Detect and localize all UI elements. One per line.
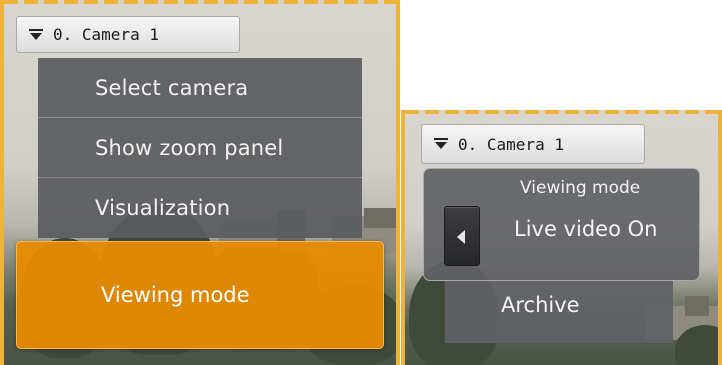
viewing-mode-submenu: Viewing mode Live video On — [423, 168, 700, 281]
menu-item-archive[interactable]: Archive — [501, 293, 580, 317]
camera-view-left: 0. Camera 1 Select camera Show zoom pane… — [0, 0, 400, 365]
menu-item-select-camera[interactable]: Select camera — [38, 58, 362, 118]
camera-view-right: 0. Camera 1 Viewing mode Live video On A… — [401, 110, 722, 365]
viewing-mode-title: Viewing mode — [520, 178, 641, 198]
menu-item-label: Show zoom panel — [95, 135, 284, 160]
menu-item-show-zoom-panel[interactable]: Show zoom panel — [38, 118, 362, 178]
camera-selector-button[interactable]: 0. Camera 1 — [16, 16, 240, 53]
menu-item-label: Visualization — [95, 196, 231, 220]
menu-item-viewing-mode[interactable]: Viewing mode — [16, 241, 384, 349]
dropdown-arrow-icon — [434, 138, 448, 150]
camera-context-menu: Select camera Show zoom panel Visualizat… — [38, 58, 362, 238]
menu-item-label: Select camera — [95, 75, 249, 100]
menu-item-visualization[interactable]: Visualization — [38, 178, 362, 238]
camera-selector-label: 0. Camera 1 — [458, 134, 564, 154]
viewing-mode-value[interactable]: Live video On — [514, 217, 657, 241]
camera-selector-button[interactable]: 0. Camera 1 — [421, 124, 645, 164]
menu-item-label: Viewing mode — [101, 283, 250, 307]
camera-selector-label: 0. Camera 1 — [53, 25, 159, 44]
dropdown-arrow-icon — [29, 28, 43, 41]
left-arrow-icon[interactable] — [444, 206, 480, 266]
